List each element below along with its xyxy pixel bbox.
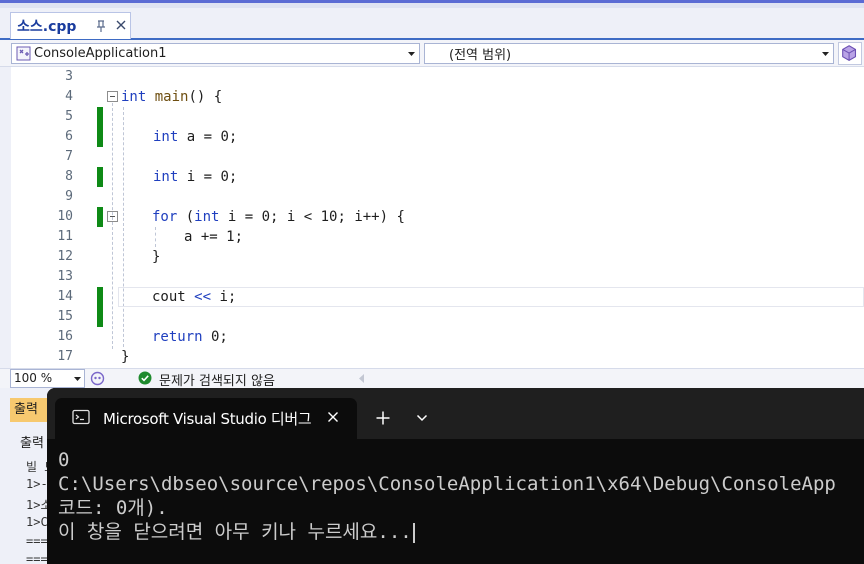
scope-name: (전역 범위) <box>449 48 512 63</box>
terminal-line: 코드: 0개). <box>58 497 168 519</box>
chevron-down-icon[interactable] <box>73 373 82 384</box>
title-strip <box>0 0 864 8</box>
line-number: 4 <box>65 89 73 104</box>
terminal-titlebar: Microsoft Visual Studio 디버그 <box>47 388 864 439</box>
navigation-bar: ConsoleApplication1 (전역 범위) <box>0 40 864 67</box>
output-source-label: 출력 <box>20 436 44 451</box>
line-number: 16 <box>57 329 73 344</box>
document-tab-name: 소스.cpp <box>17 19 77 35</box>
pin-icon[interactable] <box>95 19 107 33</box>
terminal-line: C:\Users\dbseo\source\repos\ConsoleAppli… <box>58 473 836 495</box>
member-dropdown-button[interactable] <box>838 42 862 65</box>
code-line: int a = 0; <box>153 129 238 145</box>
code-line: } <box>152 249 161 265</box>
output-tab[interactable]: 출력 <box>10 398 50 422</box>
line-number: 17 <box>57 349 73 364</box>
line-number: 11 <box>57 229 73 244</box>
change-indicator <box>97 207 103 227</box>
collapse-icon[interactable] <box>107 91 118 102</box>
chevron-down-icon[interactable] <box>407 48 416 60</box>
change-indicator <box>97 167 103 187</box>
editor-margin <box>0 67 11 368</box>
editor-status-bar: 100 % 문제가 검색되지 않음 <box>0 368 864 389</box>
change-indicator <box>97 107 103 147</box>
outline-guide <box>112 103 113 349</box>
project-name: ConsoleApplication1 <box>34 46 167 61</box>
project-dropdown[interactable]: ConsoleApplication1 <box>11 43 420 64</box>
zoom-dropdown[interactable]: 100 % <box>10 369 85 388</box>
terminal-icon <box>72 409 90 425</box>
line-number: 6 <box>65 129 73 144</box>
issues-status[interactable]: 문제가 검색되지 않음 <box>159 370 275 389</box>
line-number: 14 <box>57 289 73 304</box>
plus-icon[interactable] <box>375 410 391 426</box>
text-cursor <box>412 522 415 543</box>
line-number: 5 <box>65 109 73 124</box>
document-tab[interactable]: 소스.cpp <box>10 12 131 39</box>
project-icon <box>16 46 31 61</box>
line-number: 7 <box>65 149 73 164</box>
line-number: 15 <box>57 309 73 324</box>
check-icon <box>138 371 152 385</box>
line-numbers: 3 4 5 6 7 8 9 10 11 12 13 14 15 16 17 <box>11 67 73 368</box>
terminal-tab-title: Microsoft Visual Studio 디버그 <box>103 410 312 428</box>
line-number: 8 <box>65 169 73 184</box>
close-icon[interactable] <box>114 18 128 32</box>
terminal-prompt-line: 이 창을 닫으려면 아무 키나 누르세요... <box>58 520 864 544</box>
scope-dropdown[interactable]: (전역 범위) <box>424 43 834 64</box>
code-line: for (int i = 0; i < 10; i++) { <box>152 209 405 225</box>
code-line: int i = 0; <box>153 169 238 185</box>
document-tab-bar: 소스.cpp <box>0 8 864 40</box>
chevron-down-icon[interactable] <box>416 413 428 423</box>
line-number: 9 <box>65 189 73 204</box>
line-number: 3 <box>65 69 73 84</box>
code-editor[interactable]: 3 4 5 6 7 8 9 10 11 12 13 14 15 16 17 in… <box>0 67 864 368</box>
zoom-level: 100 % <box>14 371 53 385</box>
line-number: 10 <box>57 209 73 224</box>
code-line: return 0; <box>152 329 228 345</box>
scroll-left-icon[interactable] <box>358 373 366 384</box>
terminal-line: 이 창을 닫으려면 아무 키나 누르세요... <box>58 521 412 543</box>
code-text[interactable]: int main() { int a = 0; int i = 0; for (… <box>121 67 864 368</box>
change-indicator <box>97 287 103 327</box>
terminal-line: 0 <box>58 449 70 471</box>
terminal-output[interactable]: 0 C:\Users\dbseo\source\repos\ConsoleApp… <box>58 448 864 544</box>
debug-console-window[interactable]: Microsoft Visual Studio 디버그 0 C:\Users\d… <box>47 388 864 564</box>
terminal-tab[interactable]: Microsoft Visual Studio 디버그 <box>55 398 357 439</box>
code-line: int main() { <box>121 89 223 105</box>
close-icon[interactable] <box>326 410 340 424</box>
line-number: 12 <box>57 249 73 264</box>
cube-icon <box>842 45 857 61</box>
code-line: a += 1; <box>184 229 244 245</box>
chevron-down-icon[interactable] <box>821 48 830 60</box>
code-line: cout << i; <box>152 289 237 305</box>
accent-strip <box>0 0 864 3</box>
line-number: 13 <box>57 269 73 284</box>
code-line: } <box>121 349 130 365</box>
copilot-icon[interactable] <box>90 371 105 386</box>
